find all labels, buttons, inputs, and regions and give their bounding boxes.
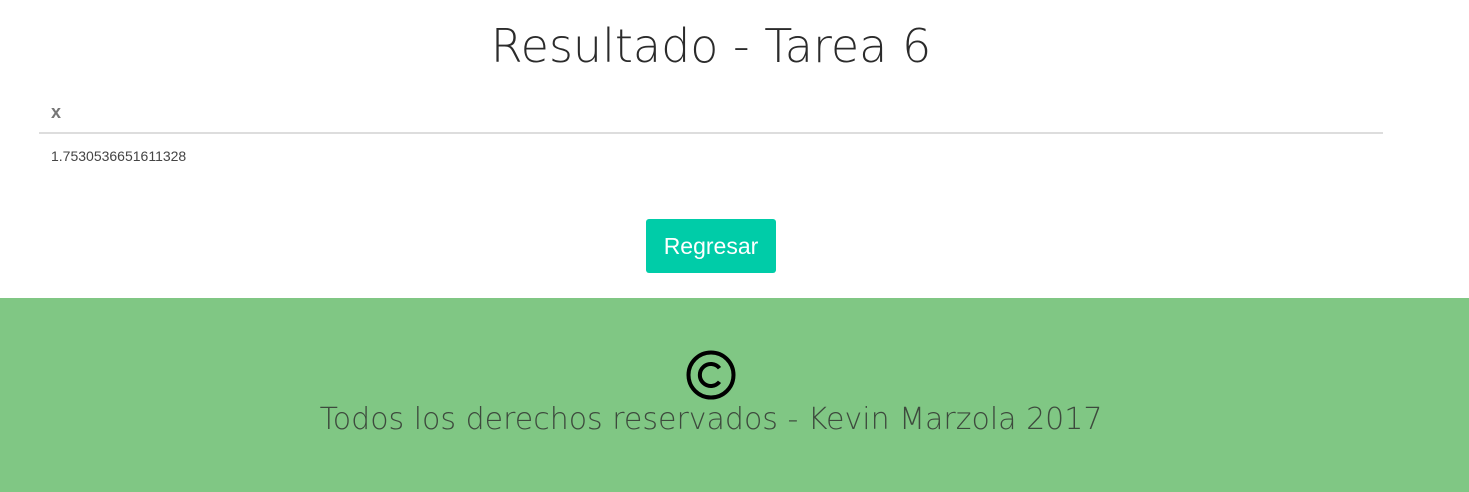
footer-copyright-text: Todos los derechos reservados - Kevin Ma… [319, 402, 1103, 437]
column-header-x: x [39, 92, 1383, 134]
table-header-row: x [39, 92, 1383, 134]
back-button[interactable]: Regresar [646, 219, 776, 273]
table-row: 1.7530536651611328 [39, 133, 1383, 178]
footer: Todos los derechos reservados - Kevin Ma… [0, 298, 1469, 492]
page: Resultado - Tarea 6 x 1.7530536651611328… [0, 0, 1469, 492]
results-table: x 1.7530536651611328 [39, 92, 1383, 178]
copyright-icon [686, 350, 736, 400]
page-title: Resultado - Tarea 6 [490, 19, 932, 73]
result-value-x: 1.7530536651611328 [51, 148, 187, 164]
